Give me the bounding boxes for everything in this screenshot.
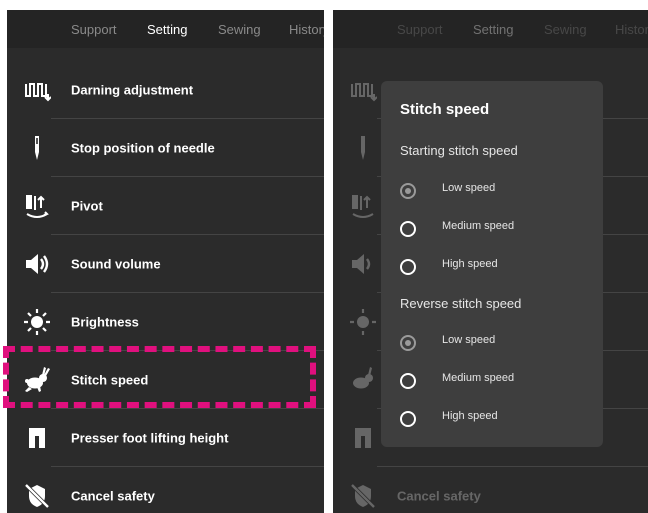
- menu-item-label: Cancel safety: [397, 488, 481, 504]
- tab-history[interactable]: History: [289, 22, 324, 37]
- reverse-low-speed-option[interactable]: Low speed: [400, 331, 590, 355]
- radio-button[interactable]: [400, 373, 416, 389]
- sun-icon: [349, 308, 377, 336]
- option-label: Medium speed: [442, 372, 515, 384]
- darning-icon: [349, 76, 377, 104]
- menu-item-stop-position-of-needle[interactable]: Stop position of needle: [7, 119, 324, 177]
- pivot-icon: [349, 192, 377, 220]
- option-label: High speed: [442, 410, 498, 422]
- speaker-icon: [349, 250, 377, 278]
- darning-icon: [23, 76, 51, 104]
- tab-setting: Setting: [473, 22, 514, 37]
- option-label: Low speed: [442, 182, 496, 194]
- presser-foot-icon: [349, 424, 377, 452]
- tab-sewing: Sewing: [544, 22, 587, 37]
- menu-item-cancel-safety[interactable]: Cancel safety: [7, 467, 324, 513]
- radio-button-selected[interactable]: [400, 335, 416, 351]
- option-label: Medium speed: [442, 220, 515, 232]
- cancel-safety-icon: [349, 482, 377, 510]
- menu-item-label: Sound volume: [71, 256, 161, 272]
- tab-sewing[interactable]: Sewing: [218, 22, 261, 37]
- pivot-icon: [23, 192, 51, 220]
- radio-button[interactable]: [400, 259, 416, 275]
- menu-item-label: Pivot: [71, 198, 103, 214]
- settings-panel: Support Setting Sewing History Darning a…: [7, 10, 324, 513]
- menu-item-pivot[interactable]: Pivot: [7, 177, 324, 235]
- menu-item-label: Darning adjustment: [71, 82, 194, 98]
- tab-bar: Support Setting Sewing History: [333, 10, 648, 48]
- menu-item-darning-adjustment[interactable]: Darning adjustment: [7, 61, 324, 119]
- menu-item-presser-foot-lifting-height[interactable]: Presser foot lifting height: [7, 409, 324, 467]
- starting-stitch-speed-heading: Starting stitch speed: [400, 143, 518, 158]
- tab-history: History: [615, 22, 648, 37]
- option-label: High speed: [442, 258, 498, 270]
- rabbit-icon: [349, 366, 377, 394]
- sun-icon: [23, 308, 51, 336]
- menu-item-label: Presser foot lifting height: [71, 430, 229, 446]
- radio-button[interactable]: [400, 221, 416, 237]
- radio-button[interactable]: [400, 411, 416, 427]
- needle-icon: [23, 134, 51, 162]
- menu-item-cancel-safety: Cancel safety: [333, 467, 648, 513]
- stitch-speed-highlight: [3, 346, 316, 408]
- start-high-speed-option[interactable]: High speed: [400, 255, 590, 279]
- option-label: Low speed: [442, 334, 496, 346]
- reverse-stitch-speed-heading: Reverse stitch speed: [400, 296, 522, 311]
- tab-support[interactable]: Support: [71, 22, 117, 37]
- radio-button-selected[interactable]: [400, 183, 416, 199]
- reverse-medium-speed-option[interactable]: Medium speed: [400, 369, 590, 393]
- menu-item-label: Cancel safety: [71, 488, 155, 504]
- dialog-title: Stitch speed: [400, 101, 490, 118]
- start-medium-speed-option[interactable]: Medium speed: [400, 217, 590, 241]
- tab-setting[interactable]: Setting: [147, 22, 187, 37]
- needle-icon: [349, 134, 377, 162]
- tab-bar: Support Setting Sewing History: [7, 10, 324, 48]
- stitch-speed-dialog: Stitch speed Starting stitch speed Low s…: [381, 81, 603, 447]
- menu-item-sound-volume[interactable]: Sound volume: [7, 235, 324, 293]
- presser-foot-icon: [23, 424, 51, 452]
- start-low-speed-option[interactable]: Low speed: [400, 179, 590, 203]
- reverse-high-speed-option[interactable]: High speed: [400, 407, 590, 431]
- menu-item-brightness[interactable]: Brightness: [7, 293, 324, 351]
- settings-panel-with-dialog: Support Setting Sewing History: [333, 10, 648, 513]
- tab-support: Support: [397, 22, 443, 37]
- menu-item-label: Stop position of needle: [71, 140, 215, 156]
- speaker-icon: [23, 250, 51, 278]
- cancel-safety-icon: [23, 482, 51, 510]
- menu-item-label: Brightness: [71, 314, 139, 330]
